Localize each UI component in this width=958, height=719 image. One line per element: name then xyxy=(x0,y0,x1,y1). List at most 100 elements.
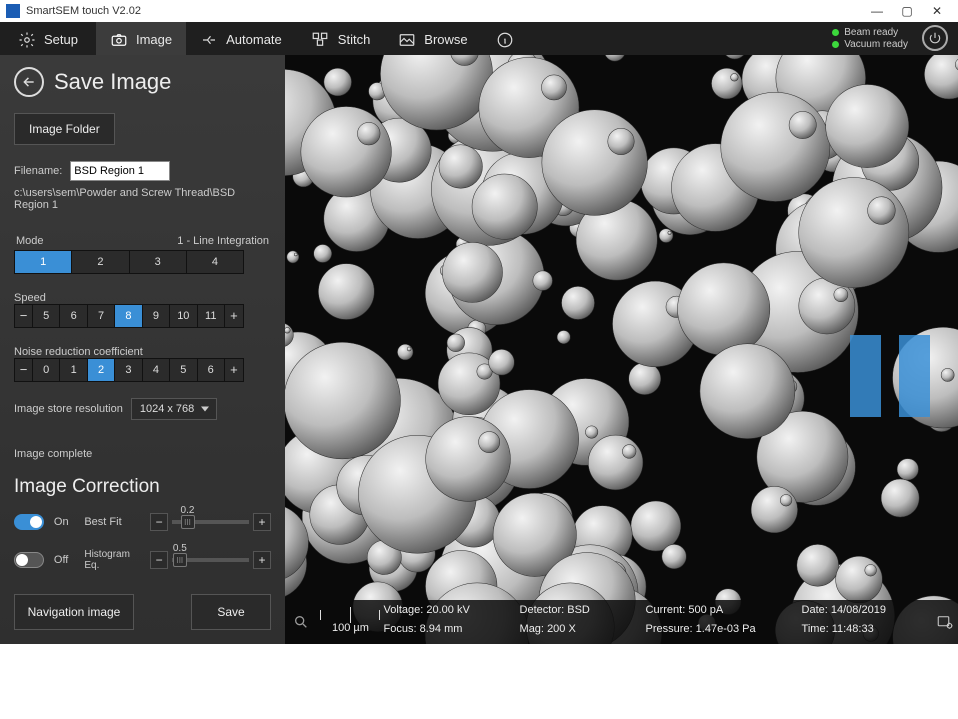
histeq-toggle[interactable] xyxy=(14,552,44,568)
histeq-slider-group: − 0.5 III + xyxy=(150,551,271,569)
seg-option[interactable]: 9 xyxy=(143,305,170,327)
histeq-label: Histogram Eq. xyxy=(84,549,140,571)
camera-icon xyxy=(110,31,128,49)
vacuum-status-dot xyxy=(832,41,839,48)
focus-readout: Focus: 8.94 mm xyxy=(384,623,514,640)
tab-automate[interactable]: Automate xyxy=(186,22,296,55)
seg-option[interactable]: 8 xyxy=(115,305,142,327)
side-panel: Save Image Image Folder Filename: c:\use… xyxy=(0,55,285,644)
stitch-icon xyxy=(310,31,330,49)
info-icon xyxy=(496,31,514,49)
seg-option[interactable]: 11 xyxy=(198,305,225,327)
footer-settings-button[interactable] xyxy=(932,600,958,644)
seg-option[interactable]: 4 xyxy=(143,359,170,381)
window-caption: SmartSEM touch V2.02 — ▢ ✕ xyxy=(0,0,958,22)
speed-label: Speed xyxy=(14,292,271,304)
image-correction-title: Image Correction xyxy=(14,476,271,498)
bestfit-slider[interactable]: 0.2 III xyxy=(172,520,249,524)
back-button[interactable] xyxy=(14,67,44,97)
tab-browse-label: Browse xyxy=(424,32,467,47)
close-button[interactable]: ✕ xyxy=(922,4,952,18)
panel-header: Save Image xyxy=(14,67,271,97)
seg-option[interactable]: 7 xyxy=(88,305,115,327)
seg-option[interactable]: 1 xyxy=(60,359,87,381)
detector-readout: Detector: BSD xyxy=(520,604,640,621)
date-readout: Date: 14/08/2019 xyxy=(802,604,932,621)
tab-browse[interactable]: Browse xyxy=(384,22,481,55)
bestfit-increment[interactable]: + xyxy=(253,513,271,531)
image-complete-label: Image complete xyxy=(14,448,271,460)
histeq-slider[interactable]: 0.5 III xyxy=(172,558,249,562)
file-path: c:\users\sem\Powder and Screw Thread\BSD… xyxy=(14,187,271,211)
page-margin xyxy=(0,644,958,719)
seg-option[interactable]: 3 xyxy=(130,251,187,273)
mode-selector: 1234 xyxy=(14,250,244,274)
zoom-button[interactable] xyxy=(285,600,317,644)
tab-image-label: Image xyxy=(136,32,172,47)
seg-increment[interactable]: + xyxy=(225,359,243,381)
seg-option[interactable]: 4 xyxy=(187,251,243,273)
on-label: On xyxy=(54,516,74,528)
seg-option[interactable]: 6 xyxy=(198,359,225,381)
tab-image[interactable]: Image xyxy=(96,22,186,55)
voltage-readout: Voltage: 20.00 kV xyxy=(384,604,514,621)
noise-selector: −0123456+ xyxy=(14,358,244,382)
noise-label: Noise reduction coefficient xyxy=(14,346,271,358)
histeq-decrement[interactable]: − xyxy=(150,551,168,569)
filename-input[interactable] xyxy=(70,161,170,181)
filename-label: Filename: xyxy=(14,165,62,177)
beam-status-label: Beam ready xyxy=(844,27,898,38)
automate-icon xyxy=(200,31,218,49)
mag-readout: Mag: 200 X xyxy=(520,623,640,640)
bestfit-toggle[interactable] xyxy=(14,514,44,530)
seg-option[interactable]: 1 xyxy=(15,251,72,273)
resolution-label: Image store resolution xyxy=(14,403,123,415)
histeq-increment[interactable]: + xyxy=(253,551,271,569)
histeq-thumb[interactable]: III xyxy=(173,553,187,567)
seg-decrement[interactable]: − xyxy=(15,359,33,381)
seg-option[interactable]: 0 xyxy=(33,359,60,381)
mode-value: 1 - Line Integration xyxy=(177,235,269,247)
seg-option[interactable]: 6 xyxy=(60,305,87,327)
bestfit-thumb[interactable]: III xyxy=(181,515,195,529)
seg-option[interactable]: 5 xyxy=(33,305,60,327)
seg-option[interactable]: 10 xyxy=(170,305,197,327)
resolution-select[interactable]: 1024 x 768 xyxy=(131,398,217,420)
seg-option[interactable]: 3 xyxy=(115,359,142,381)
maximize-button[interactable]: ▢ xyxy=(892,4,922,18)
app-logo xyxy=(6,4,20,18)
vacuum-status-label: Vacuum ready xyxy=(844,39,908,50)
image-viewer[interactable]: 100 µm Voltage: 20.00 kV Detector: BSD C… xyxy=(285,55,958,644)
seg-option[interactable]: 5 xyxy=(170,359,197,381)
tab-stitch[interactable]: Stitch xyxy=(296,22,385,55)
window-title: SmartSEM touch V2.02 xyxy=(26,5,862,17)
time-readout: Time: 11:48:33 xyxy=(802,623,932,640)
off-label: Off xyxy=(54,554,74,566)
scale-label: 100 µm xyxy=(332,622,369,634)
power-button[interactable] xyxy=(922,25,948,51)
seg-decrement[interactable]: − xyxy=(15,305,33,327)
pressure-readout: Pressure: 1.47e-03 Pa xyxy=(646,623,796,640)
minimize-button[interactable]: — xyxy=(862,4,892,18)
pause-overlay-icon[interactable] xyxy=(850,335,930,417)
info-button[interactable] xyxy=(482,22,528,55)
status-indicators: Beam ready Vacuum ready xyxy=(822,22,918,55)
scale-bar: 100 µm xyxy=(317,600,383,644)
seg-increment[interactable]: + xyxy=(225,305,243,327)
beam-status-dot xyxy=(832,29,839,36)
tab-stitch-label: Stitch xyxy=(338,32,371,47)
bestfit-decrement[interactable]: − xyxy=(150,513,168,531)
bestfit-label: Best Fit xyxy=(84,516,140,528)
seg-option[interactable]: 2 xyxy=(88,359,115,381)
viewer-footer: 100 µm Voltage: 20.00 kV Detector: BSD C… xyxy=(285,600,958,644)
resolution-value: 1024 x 768 xyxy=(140,403,194,415)
current-readout: Current: 500 pA xyxy=(646,604,796,621)
image-folder-button[interactable]: Image Folder xyxy=(14,113,115,145)
browse-icon xyxy=(398,31,416,49)
navigation-image-button[interactable]: Navigation image xyxy=(14,594,134,630)
tab-setup[interactable]: Setup xyxy=(0,22,96,55)
bestfit-slider-group: − 0.2 III + xyxy=(150,513,271,531)
save-button[interactable]: Save xyxy=(191,594,271,630)
seg-option[interactable]: 2 xyxy=(72,251,129,273)
tab-automate-label: Automate xyxy=(226,32,282,47)
